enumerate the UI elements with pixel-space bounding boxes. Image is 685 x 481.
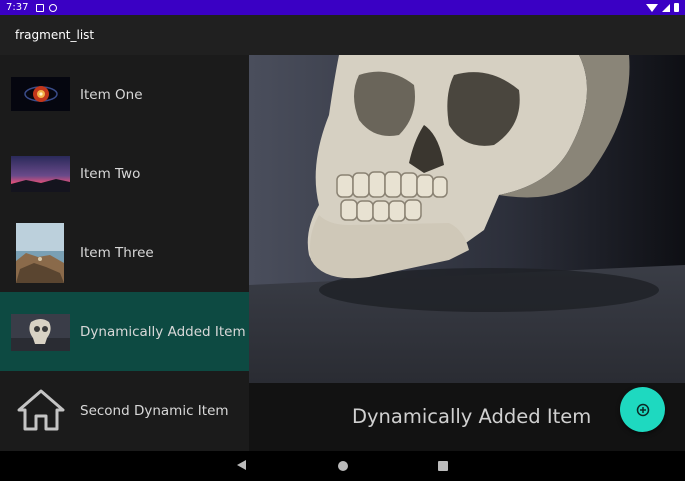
list-item-label: Item One (80, 86, 143, 103)
galaxy-thumbnail (11, 77, 70, 111)
notification-icon-2 (49, 3, 58, 12)
status-time: 7:37 (6, 2, 29, 13)
list-item-label: Second Dynamic Item (80, 402, 229, 419)
wifi-icon (646, 3, 658, 12)
list-item-three[interactable]: Item Three (0, 213, 249, 292)
list-item-second-dynamic[interactable]: Second Dynamic Item (0, 371, 249, 450)
list-item-label: Dynamically Added Item (80, 323, 246, 340)
add-fab-button[interactable] (620, 387, 665, 432)
app-bar: fragment_list (0, 15, 685, 55)
navigation-bar (0, 451, 685, 481)
list-item-one[interactable]: Item One (0, 55, 249, 134)
home-nav-icon[interactable] (338, 461, 348, 471)
list-item-label: Item Three (80, 244, 154, 261)
list-item-label: Item Two (80, 165, 141, 182)
list-item-dynamic[interactable]: Dynamically Added Item (0, 292, 249, 371)
item-list[interactable]: Item One Item Two Item Three Dynamically… (0, 55, 249, 451)
list-item-two[interactable]: Item Two (0, 134, 249, 213)
coastline-thumbnail (16, 223, 64, 283)
app-title: fragment_list (15, 28, 95, 42)
skull-thumbnail (11, 314, 70, 351)
status-bar: 7:37 (0, 0, 685, 15)
detail-image (249, 55, 685, 383)
detail-title: Dynamically Added Item (352, 405, 592, 428)
home-icon (16, 388, 66, 432)
sunset-thumbnail (11, 156, 70, 192)
battery-icon (674, 3, 679, 12)
back-icon[interactable] (237, 460, 246, 470)
notification-icon (36, 3, 45, 12)
signal-icon (662, 3, 670, 12)
add-circle-icon (636, 403, 649, 416)
recents-icon[interactable] (438, 461, 448, 471)
